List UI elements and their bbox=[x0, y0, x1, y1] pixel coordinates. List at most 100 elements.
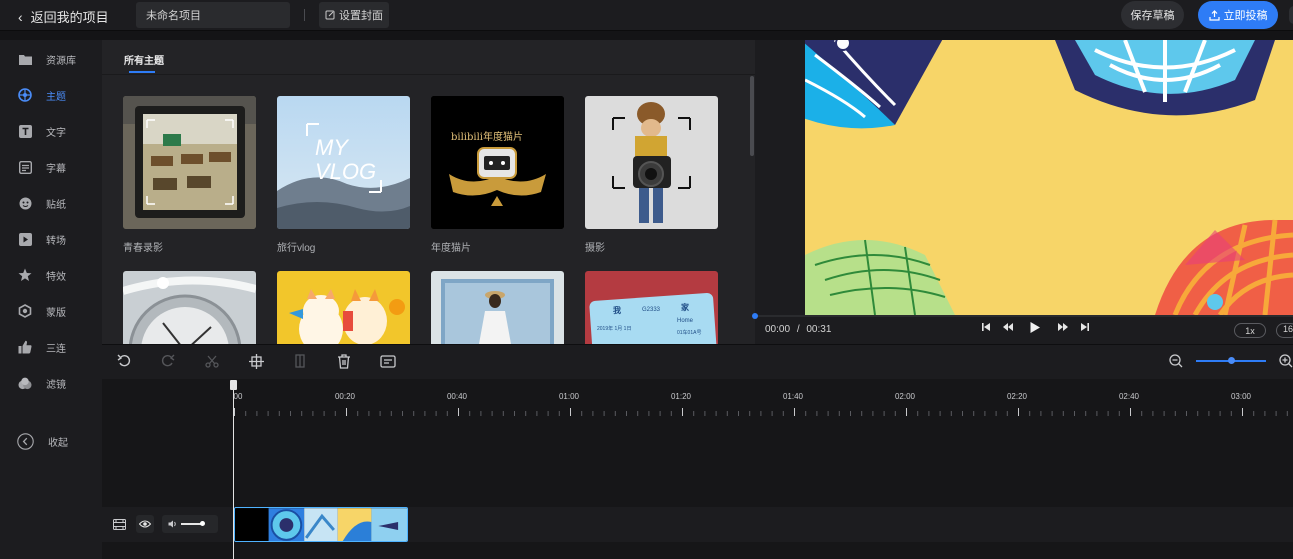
scissors-icon bbox=[205, 355, 219, 368]
project-name-input[interactable] bbox=[136, 2, 290, 28]
volume-handle[interactable] bbox=[200, 521, 205, 527]
fast-forward-button[interactable] bbox=[1057, 322, 1069, 335]
total-time: 00:31 bbox=[806, 324, 832, 335]
folder-icon bbox=[18, 52, 32, 66]
play-button[interactable] bbox=[1029, 321, 1041, 337]
sidebar-item-theme[interactable]: 主题 bbox=[0, 78, 102, 112]
redo-button[interactable] bbox=[159, 352, 177, 370]
freeze-button[interactable] bbox=[291, 352, 309, 370]
sidebar-item-filter[interactable]: 滤镜 bbox=[0, 366, 102, 400]
tab-all-themes[interactable]: 所有主题 bbox=[124, 52, 164, 67]
more-button[interactable] bbox=[1289, 6, 1293, 24]
rewind-icon bbox=[1003, 323, 1013, 331]
play-icon bbox=[1030, 322, 1040, 333]
ticket-to: 家 bbox=[681, 303, 689, 312]
sidebar-item-transition[interactable]: 转场 bbox=[0, 222, 102, 256]
preview-canvas bbox=[805, 40, 1293, 315]
zoom-out-icon bbox=[1169, 354, 1183, 368]
back-label: 返回我的项目 bbox=[30, 10, 109, 25]
sidebar-item-text[interactable]: 文字 bbox=[0, 114, 102, 148]
preview-progress-track[interactable] bbox=[755, 315, 1293, 317]
sidebar-item-subtitle[interactable]: 字幕 bbox=[0, 150, 102, 184]
sidebar-item-effects[interactable]: 特效 bbox=[0, 258, 102, 292]
active-tab-indicator bbox=[129, 71, 155, 73]
time-tick: 02:20 bbox=[1006, 392, 1028, 401]
upload-icon bbox=[1208, 9, 1220, 21]
time-tick: 01:20 bbox=[670, 392, 692, 401]
skip-to-start-button[interactable] bbox=[981, 322, 991, 335]
filter-icon bbox=[18, 376, 32, 390]
theme-card-girl[interactable] bbox=[431, 271, 564, 344]
skip-to-end-button[interactable] bbox=[1080, 322, 1090, 335]
sidebar-item-label: 特效 bbox=[46, 271, 66, 283]
preview-progress-handle[interactable] bbox=[752, 313, 758, 319]
sidebar-item-label: 滤镜 bbox=[46, 379, 66, 391]
subtitle-tool-button[interactable] bbox=[379, 352, 397, 370]
save-draft-button[interactable]: 保存草稿 bbox=[1121, 1, 1184, 29]
publish-label: 立即投稿 bbox=[1223, 10, 1268, 22]
back-to-projects-button[interactable]: ‹ 返回我的项目 bbox=[18, 7, 109, 26]
delete-button[interactable] bbox=[335, 352, 353, 370]
rewind-button[interactable] bbox=[1002, 322, 1014, 335]
collapse-label: 收起 bbox=[48, 437, 68, 449]
video-clip[interactable] bbox=[234, 507, 408, 542]
theme-card-photo[interactable] bbox=[585, 96, 718, 229]
preview-frame bbox=[805, 40, 1293, 315]
crop-button[interactable] bbox=[247, 352, 265, 370]
theme-icon bbox=[18, 88, 32, 102]
theme-card-lucky-cat[interactable] bbox=[277, 271, 410, 344]
theme-thumbnail bbox=[123, 271, 256, 344]
ticket-seat: 01车01A号 bbox=[677, 330, 702, 336]
chevron-left-icon: ‹ bbox=[18, 8, 23, 25]
volume-icon bbox=[168, 520, 176, 528]
sidebar-item-library[interactable]: 资源库 bbox=[0, 42, 102, 76]
ticket-from: 我 bbox=[613, 306, 621, 315]
zoom-out-button[interactable] bbox=[1167, 352, 1185, 370]
publish-button[interactable]: 立即投稿 bbox=[1198, 1, 1278, 29]
effects-icon bbox=[18, 268, 32, 282]
theme-panel-scrollbar[interactable] bbox=[750, 76, 754, 156]
trash-icon bbox=[338, 353, 350, 369]
timeline-ruler bbox=[234, 408, 1288, 416]
theme-card-cat[interactable]: bilibili年度猫片 bbox=[431, 96, 564, 229]
sidebar-collapse-button[interactable]: 收起 bbox=[0, 424, 102, 458]
eye-icon bbox=[139, 520, 151, 528]
skip-end-icon bbox=[1081, 323, 1089, 331]
aspect-ratio-button[interactable]: 16 bbox=[1276, 323, 1293, 338]
collapse-icon bbox=[16, 432, 34, 450]
sidebar-item-sticker[interactable]: 贴纸 bbox=[0, 186, 102, 220]
fast-forward-icon bbox=[1058, 323, 1068, 331]
redo-icon bbox=[161, 354, 175, 367]
volume-slider[interactable] bbox=[181, 521, 205, 527]
timeline-toolbar bbox=[102, 344, 1293, 379]
theme-label: 青春录影 bbox=[123, 243, 163, 254]
split-button[interactable] bbox=[203, 352, 221, 370]
zoom-in-button[interactable] bbox=[1277, 352, 1293, 370]
sidebar-item-triple[interactable]: 三连 bbox=[0, 330, 102, 364]
thumbs-up-icon bbox=[18, 340, 32, 354]
time-tick: 00 bbox=[233, 392, 243, 401]
crop-icon bbox=[248, 353, 264, 369]
set-cover-button[interactable]: 设置封面 bbox=[319, 2, 389, 28]
theme-card-vlog[interactable]: MY VLOG bbox=[277, 96, 410, 229]
sidebar: 资源库 主题 文字 字幕 贴纸 转场 特效 蒙版 三连 滤镜 收起 bbox=[0, 40, 102, 559]
sidebar-item-mask[interactable]: 蒙版 bbox=[0, 294, 102, 328]
track-volume-control[interactable] bbox=[162, 515, 218, 533]
edit-icon bbox=[325, 10, 335, 20]
theme-thumbnail bbox=[585, 96, 718, 229]
divider bbox=[102, 74, 755, 75]
playback-speed-button[interactable]: 1x bbox=[1234, 323, 1266, 338]
ticket-home: Home bbox=[677, 318, 694, 324]
playhead[interactable] bbox=[233, 385, 234, 559]
zoom-slider-handle[interactable] bbox=[1228, 357, 1235, 364]
undo-button[interactable] bbox=[115, 352, 133, 370]
theme-card-clock[interactable] bbox=[123, 271, 256, 344]
current-time: 00:00 bbox=[765, 324, 791, 335]
theme-card-ticket[interactable]: 我 G2333 家 Home 2019年 1月 1日 01车01A号 bbox=[585, 271, 718, 344]
subtitle-icon bbox=[18, 160, 32, 174]
theme-card-youth[interactable] bbox=[123, 96, 256, 229]
time-tick: 00:20 bbox=[334, 392, 356, 401]
vlog-title: MY VLOG bbox=[315, 135, 377, 184]
cat-title: bilibili年度猫片 bbox=[451, 132, 523, 143]
track-visibility-button[interactable] bbox=[136, 515, 154, 533]
